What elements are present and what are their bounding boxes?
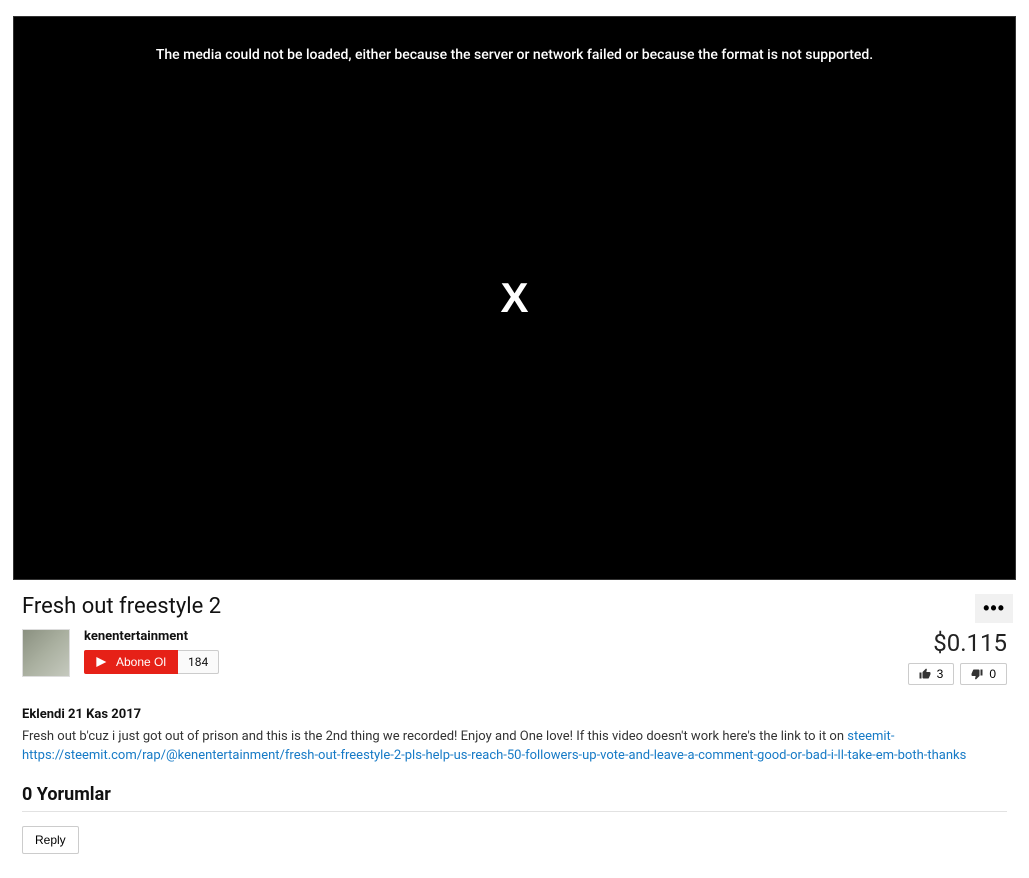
- subscribe-button[interactable]: Abone Ol: [84, 650, 178, 674]
- description-text: Fresh out b'cuz i just got out of prison…: [22, 729, 847, 744]
- subscriber-count: 184: [178, 650, 219, 674]
- play-icon: [96, 657, 110, 667]
- dislike-button[interactable]: 0: [960, 663, 1007, 685]
- channel-avatar[interactable]: [22, 629, 70, 677]
- channel-name-link[interactable]: kenentertainment: [84, 629, 219, 644]
- subscribe-label: Abone Ol: [116, 655, 166, 669]
- video-price: $0.115: [908, 629, 1007, 657]
- video-player[interactable]: The media could not be loaded, either be…: [13, 16, 1016, 580]
- like-count: 3: [937, 667, 944, 681]
- more-actions-button[interactable]: •••: [975, 594, 1013, 623]
- video-title: Fresh out freestyle 2: [22, 594, 221, 619]
- like-button[interactable]: 3: [908, 663, 955, 685]
- dislike-count: 0: [989, 667, 996, 681]
- video-description: Eklendi 21 Kas 2017 Fresh out b'cuz i ju…: [2, 693, 1027, 784]
- reply-button[interactable]: Reply: [22, 826, 79, 854]
- player-error-message: The media could not be loaded, either be…: [14, 17, 1015, 63]
- thumbs-down-icon: [971, 668, 983, 680]
- comments-header: 0 Yorumlar: [22, 784, 1007, 812]
- thumbs-up-icon: [919, 668, 931, 680]
- player-error-icon: X: [500, 274, 528, 322]
- upload-date: Eklendi 21 Kas 2017: [22, 705, 1007, 725]
